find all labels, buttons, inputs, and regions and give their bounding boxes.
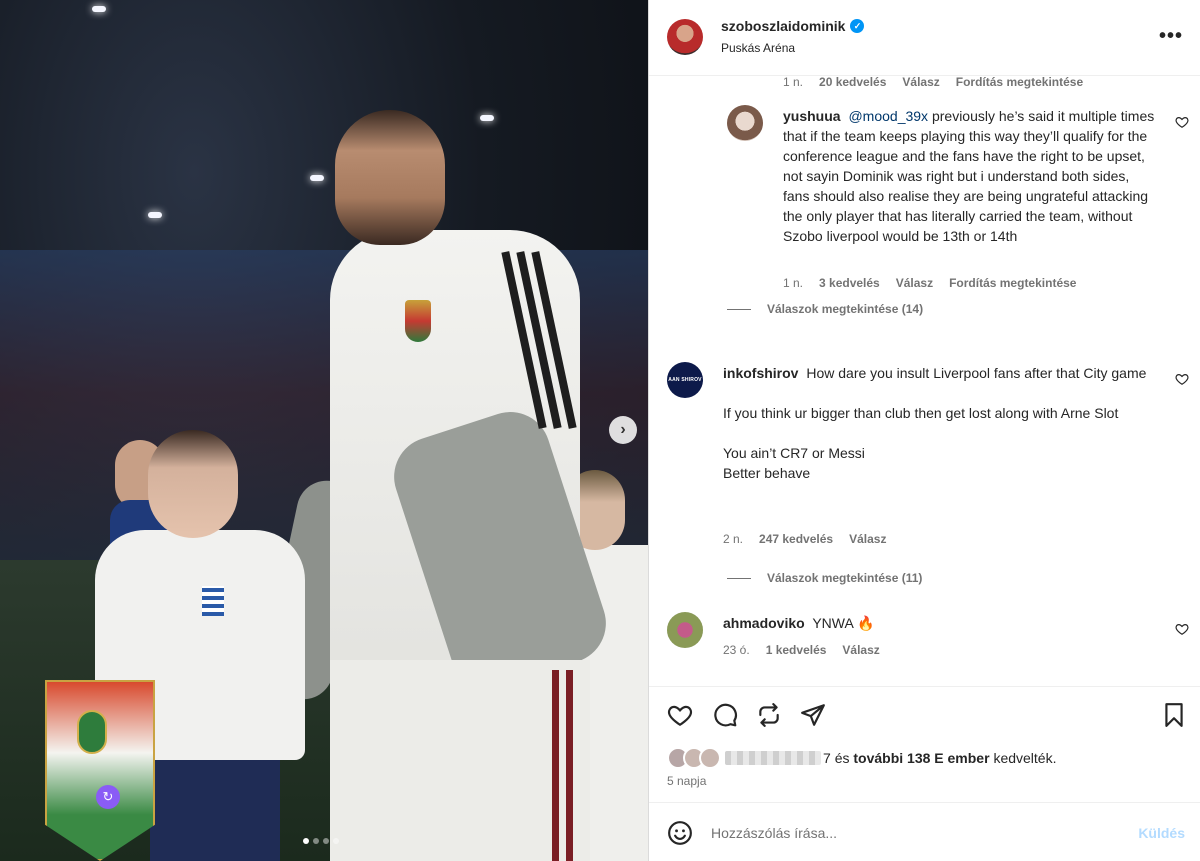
club-pennant [45, 680, 155, 861]
view-replies-label: Válaszok megtekintése (14) [767, 302, 924, 316]
comment-meta: 23 ó. 1 kedvelés Válasz [723, 643, 880, 657]
reply-button[interactable]: Válasz [849, 532, 886, 546]
post-location[interactable]: Puskás Aréna [721, 41, 795, 55]
comment-meta: 2 n. 247 kedvelés Válasz [723, 532, 886, 546]
translate-button[interactable]: Fordítás megtekintése [949, 276, 1076, 290]
comment-meta: 1 n. 3 kedvelés Válasz Fordítás megtekin… [783, 276, 1076, 290]
greece-flag-badge [202, 586, 224, 616]
comment-text: previously he’s said it multiple times t… [783, 108, 1155, 244]
comment-time[interactable]: 2 n. [723, 532, 743, 546]
avatar-logo-text: AAN SHIROV [668, 377, 702, 383]
blurred-liker-name [725, 751, 821, 765]
translate-button[interactable]: Fordítás megtekintése [956, 75, 1083, 89]
bookmark-icon[interactable] [1161, 702, 1187, 728]
emoji-icon[interactable] [667, 820, 693, 846]
comment-likes[interactable]: 1 kedvelés [766, 643, 827, 657]
liker-name-suffix: 7 [823, 750, 831, 766]
repost-icon[interactable] [756, 702, 782, 728]
fire-emoji-icon: 🔥 [856, 615, 875, 631]
comment-meta: 1 n. 20 kedvelés Válasz Fordítás megteki… [783, 75, 1083, 89]
comment-body: yushuua @mood_39x previously he’s said i… [783, 106, 1159, 246]
post-side-panel: szoboszlaidominik ✓ Puskás Aréna ••• 1 n… [648, 0, 1200, 861]
post-actions: 7 és további 138 E ember kedvelték. 5 na… [649, 686, 1200, 802]
add-comment-bar: Küldés [649, 802, 1200, 861]
commenter-username[interactable]: inkofshirov [723, 365, 798, 381]
author-username[interactable]: szoboszlaidominik [721, 18, 845, 34]
divider-line [727, 308, 751, 310]
liker-avatars [667, 747, 721, 769]
post-photo[interactable]: ↻ › [0, 0, 648, 861]
likes-others-count[interactable]: további 138 E ember [853, 750, 989, 766]
carousel-dots [303, 838, 339, 844]
comment-text: Better behave [723, 465, 811, 481]
comment-input[interactable] [711, 819, 1111, 847]
floodlight [480, 115, 494, 121]
post-date[interactable]: 5 napja [667, 774, 706, 788]
comment-time[interactable]: 1 n. [783, 75, 803, 89]
shorts-stripe [552, 670, 559, 861]
comment-body: inkofshirov How dare you insult Liverpoo… [723, 363, 1159, 483]
reply-button[interactable]: Válasz [842, 643, 879, 657]
commenter-avatar[interactable] [727, 105, 763, 141]
commenter-avatar[interactable] [667, 612, 703, 648]
pennant-crest [77, 710, 107, 754]
likes-summary[interactable]: 7 és további 138 E ember kedvelték. [667, 747, 1056, 769]
heart-icon[interactable] [667, 702, 693, 728]
comment-likes[interactable]: 3 kedvelés [819, 276, 880, 290]
commenter-username[interactable]: yushuua [783, 108, 841, 124]
collab-icon[interactable]: ↻ [96, 785, 120, 809]
author-name-row: szoboszlaidominik ✓ [721, 18, 865, 34]
like-comment-heart-icon[interactable] [1175, 372, 1189, 386]
comment-text: You ain’t CR7 or Messi [723, 445, 865, 461]
comment-icon[interactable] [712, 702, 738, 728]
liker-avatar [699, 747, 721, 769]
divider-line [727, 577, 751, 579]
more-options-button[interactable]: ••• [1159, 26, 1183, 46]
carousel-dot-active [303, 838, 309, 844]
likes-tail-text: kedvelték. [993, 750, 1057, 766]
next-photo-button[interactable]: › [609, 416, 637, 444]
like-comment-heart-icon[interactable] [1175, 622, 1189, 636]
comment-text: YNWA [812, 615, 854, 631]
hungary-crest [405, 300, 431, 342]
carousel-dot [313, 838, 319, 844]
comment-likes[interactable]: 247 kedvelés [759, 532, 833, 546]
share-icon[interactable] [800, 702, 826, 728]
view-replies-button[interactable]: Válaszok megtekintése (14) [727, 302, 923, 316]
view-replies-label: Válaszok megtekintése (11) [767, 571, 923, 585]
comment-time[interactable]: 1 n. [783, 276, 803, 290]
mention-link[interactable]: @mood_39x [848, 108, 928, 124]
mascot-girl-head [148, 430, 238, 538]
verified-badge-icon: ✓ [850, 19, 865, 33]
player-head [335, 110, 445, 245]
like-comment-heart-icon[interactable] [1175, 115, 1189, 129]
carousel-dot [333, 838, 339, 844]
comment-text: How dare you insult Liverpool fans after… [806, 365, 1147, 381]
reply-button[interactable]: Válasz [902, 75, 939, 89]
floodlight [148, 212, 162, 218]
author-avatar[interactable] [667, 19, 703, 55]
likes-and-text: és [834, 750, 850, 766]
view-replies-button[interactable]: Válaszok megtekintése (11) [727, 571, 922, 585]
comment-text: If you think ur bigger than club then ge… [723, 405, 1119, 421]
floodlight [92, 6, 106, 12]
comment-body: ahmadoviko YNWA 🔥 [723, 613, 1159, 633]
post-comment-button[interactable]: Küldés [1138, 825, 1185, 841]
player-shorts [330, 660, 590, 861]
reply-button[interactable]: Válasz [896, 276, 933, 290]
commenter-username[interactable]: ahmadoviko [723, 615, 805, 631]
comment-time[interactable]: 23 ó. [723, 643, 750, 657]
carousel-dot [323, 838, 329, 844]
floodlight [310, 175, 324, 181]
shorts-stripe [566, 670, 573, 861]
commenter-avatar[interactable]: AAN SHIROV [667, 362, 703, 398]
comment-likes[interactable]: 20 kedvelés [819, 75, 886, 89]
post-header: szoboszlaidominik ✓ Puskás Aréna ••• [649, 0, 1200, 76]
